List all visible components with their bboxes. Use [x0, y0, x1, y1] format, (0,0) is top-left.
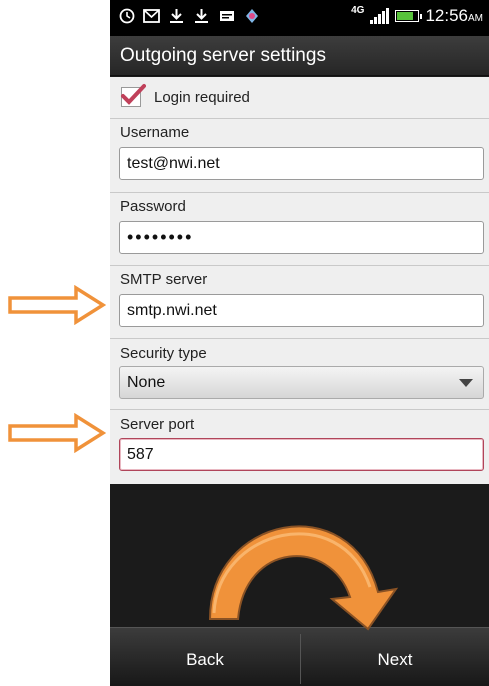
- signal-icon: [370, 8, 390, 24]
- page-title: Outgoing server settings: [110, 36, 489, 76]
- status-bar: 4G 12:56AM: [110, 0, 489, 36]
- download-icon: [193, 7, 210, 24]
- smtp-server-field[interactable]: smtp.nwi.net: [119, 294, 484, 327]
- divider: [110, 409, 489, 410]
- settings-form: Login required Username test@nwi.net Pas…: [110, 77, 489, 484]
- mail-icon: [143, 7, 160, 24]
- smtp-server-label: SMTP server: [120, 271, 208, 288]
- username-field[interactable]: test@nwi.net: [119, 147, 484, 180]
- divider: [110, 265, 489, 266]
- message-icon: [218, 7, 235, 24]
- divider: [110, 338, 489, 339]
- login-required-row[interactable]: Login required: [110, 77, 489, 118]
- port-pointer-arrow-icon: [8, 413, 106, 453]
- clock: 12:56AM: [425, 6, 483, 25]
- security-type-dropdown[interactable]: None: [119, 366, 484, 399]
- dropdown-arrow-icon: [459, 379, 473, 387]
- smtp-pointer-arrow-icon: [8, 285, 106, 325]
- alarm-icon: [118, 7, 135, 24]
- login-required-checkbox[interactable]: [121, 84, 146, 107]
- download-icon: [168, 7, 185, 24]
- battery-icon: [395, 10, 423, 22]
- app-icon: [243, 7, 260, 24]
- login-required-label: Login required: [154, 89, 250, 106]
- username-label: Username: [120, 124, 190, 141]
- password-field[interactable]: ••••••••: [119, 221, 484, 254]
- server-port-label: Server port: [120, 416, 195, 433]
- network-type: 4G: [351, 4, 365, 16]
- security-type-value: None: [127, 374, 166, 391]
- server-port-field[interactable]: 587: [119, 438, 484, 471]
- next-pointer-curved-arrow-icon: [208, 525, 399, 631]
- divider: [110, 192, 489, 193]
- divider: [110, 118, 489, 119]
- security-type-label: Security type: [120, 345, 207, 362]
- password-label: Password: [120, 198, 186, 215]
